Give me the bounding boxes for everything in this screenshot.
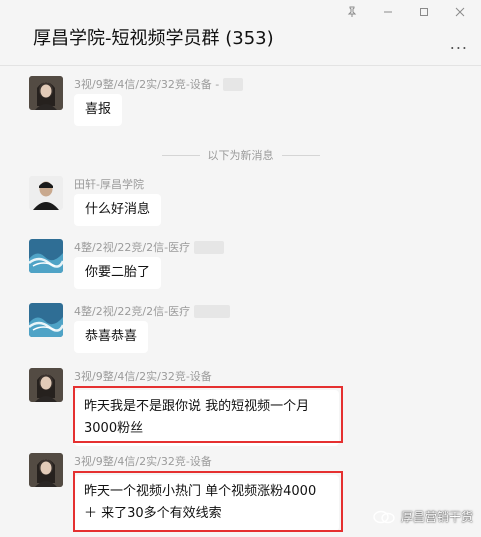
maximize-icon[interactable] [417,6,431,20]
sender-name: 4整/2视/22竞/2信-医疗 [74,303,231,319]
sender-name: 田轩-厚昌学院 [74,178,144,191]
more-options-icon[interactable]: ... [450,34,468,53]
message-bubble[interactable]: 恭喜恭喜 [74,321,149,353]
sender-name: 3视/9整/4信/2实/32竞-设备 - [74,76,244,92]
sender-name: 3视/9整/4信/2实/32竞-设备 [74,370,212,383]
new-messages-divider: 以下为新消息 [0,149,481,162]
sender-name: 4整/2视/22竞/2信-医疗 [74,239,225,255]
minimize-icon[interactable] [381,6,395,20]
message-bubble[interactable]: 什么好消息 [74,194,162,226]
highlight-box [73,386,343,443]
blurred-text [194,240,225,254]
divider-text: 以下为新消息 [207,149,274,162]
divider-line [281,154,320,156]
pin-icon[interactable] [345,6,359,20]
message-bubble[interactable]: 喜报 [74,94,123,126]
message-bubble[interactable]: 你要二胎了 [74,257,162,289]
blurred-text [223,77,244,91]
divider-line [161,154,200,156]
avatar[interactable] [29,239,63,273]
avatar[interactable] [29,368,63,402]
avatar[interactable] [29,176,63,210]
close-icon[interactable] [453,6,467,20]
avatar[interactable] [29,453,63,487]
wechat-icon [373,510,395,523]
title-bar: 厚昌学院-短视频学员群 (353) ... [0,0,481,66]
avatar[interactable] [29,76,63,110]
chat-title: 厚昌学院-短视频学员群 (353) [33,28,274,49]
sender-name: 3视/9整/4信/2实/32竞-设备 [74,455,212,468]
blurred-text [194,304,231,318]
highlight-box [73,471,343,532]
watermark: 厚昌营销干货 [373,508,473,525]
watermark-text: 厚昌营销干货 [400,510,473,524]
avatar[interactable] [29,303,63,337]
window-controls [345,6,467,20]
